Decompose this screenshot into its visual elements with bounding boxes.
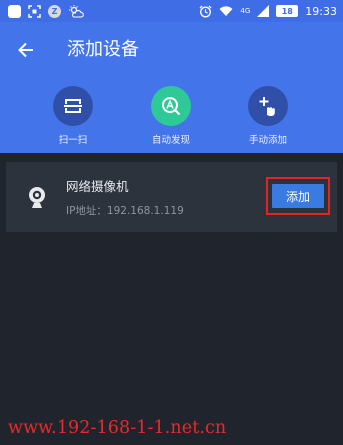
signal-icon <box>257 5 270 17</box>
z-badge-icon: Z <box>48 4 61 18</box>
app-square-icon <box>8 4 21 18</box>
scan-icon <box>53 86 93 126</box>
auto-discover-button[interactable]: 自动发现 <box>131 86 211 146</box>
weather-icon <box>69 4 84 18</box>
header: 添加设备 扫一扫 自动发现 手动添加 <box>0 22 343 153</box>
manual-add-label: 手动添加 <box>248 135 287 146</box>
battery-level: 18 <box>281 6 293 16</box>
manual-add-icon <box>248 86 288 126</box>
manual-add-button[interactable]: 手动添加 <box>228 86 308 146</box>
device-ip: IP地址：192.168.1.119 <box>66 205 184 217</box>
device-name: 网络摄像机 <box>66 179 129 194</box>
add-button[interactable]: 添加 <box>272 184 324 208</box>
scan-button[interactable]: 扫一扫 <box>33 86 113 146</box>
clock: 19:33 <box>305 4 337 18</box>
back-button[interactable] <box>12 36 40 64</box>
wifi-icon <box>219 6 233 16</box>
screenshot-icon <box>28 4 41 18</box>
status-bar: Z 4G 18 19:33 <box>0 0 343 22</box>
page-title: 添加设备 <box>67 39 139 60</box>
battery-icon: 18 <box>276 5 299 17</box>
scan-label: 扫一扫 <box>58 135 88 146</box>
auto-discover-label: 自动发现 <box>151 135 190 146</box>
back-arrow-icon <box>18 42 33 58</box>
network-type: 4G <box>240 7 251 15</box>
camera-icon <box>29 187 45 208</box>
alarm-icon <box>199 5 212 17</box>
watermark: www.192-168-1-1.net.cn <box>8 418 227 438</box>
auto-discover-icon <box>151 86 191 126</box>
